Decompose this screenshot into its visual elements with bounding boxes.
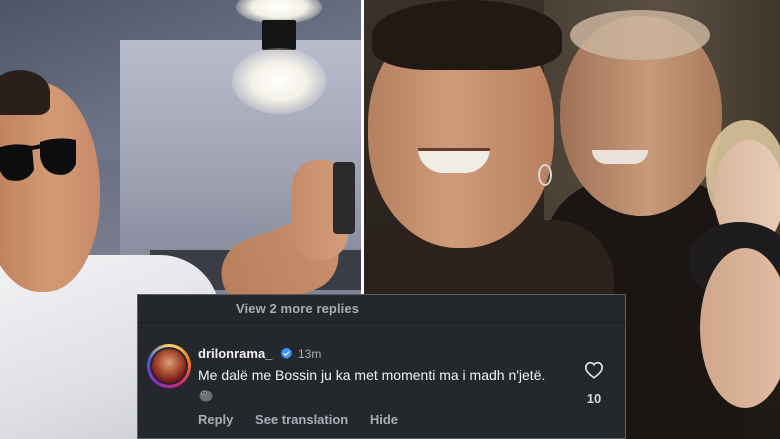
view-more-replies-link[interactable]: View 2 more replies	[236, 301, 359, 316]
man-hair-left	[0, 70, 50, 115]
woman-face-beanie	[700, 248, 780, 408]
comment-card: View 2 more replies drilonrama_ 13m Me d…	[137, 294, 626, 439]
lamp-glow-bottom	[232, 48, 326, 114]
smile-bald	[592, 150, 648, 164]
avatar-photo	[152, 349, 186, 383]
separator	[138, 322, 625, 323]
man-hair-bald	[570, 10, 710, 60]
comment-body: Me dalë me Bossin ju ka met momenti ma i…	[198, 367, 546, 383]
reply-button[interactable]: Reply	[198, 412, 233, 427]
sunglasses	[0, 138, 76, 181]
phone	[333, 162, 355, 234]
comment-text: Me dalë me Bossin ju ka met momenti ma i…	[198, 366, 558, 404]
see-translation-button[interactable]: See translation	[255, 412, 348, 427]
wall-lamp	[262, 20, 296, 50]
verified-badge-icon	[280, 347, 293, 359]
avatar[interactable]	[147, 344, 191, 388]
man-hair-dark	[372, 0, 562, 70]
like-count: 10	[586, 391, 602, 406]
heart-icon[interactable]	[584, 361, 604, 379]
hide-button[interactable]: Hide	[370, 412, 398, 427]
comment-actions: Reply See translation Hide	[198, 412, 416, 427]
earring	[538, 164, 552, 186]
comment-username[interactable]: drilonrama_	[198, 346, 272, 361]
comment-timestamp: 13m	[298, 347, 322, 361]
gorilla-emoji-icon	[199, 390, 213, 402]
